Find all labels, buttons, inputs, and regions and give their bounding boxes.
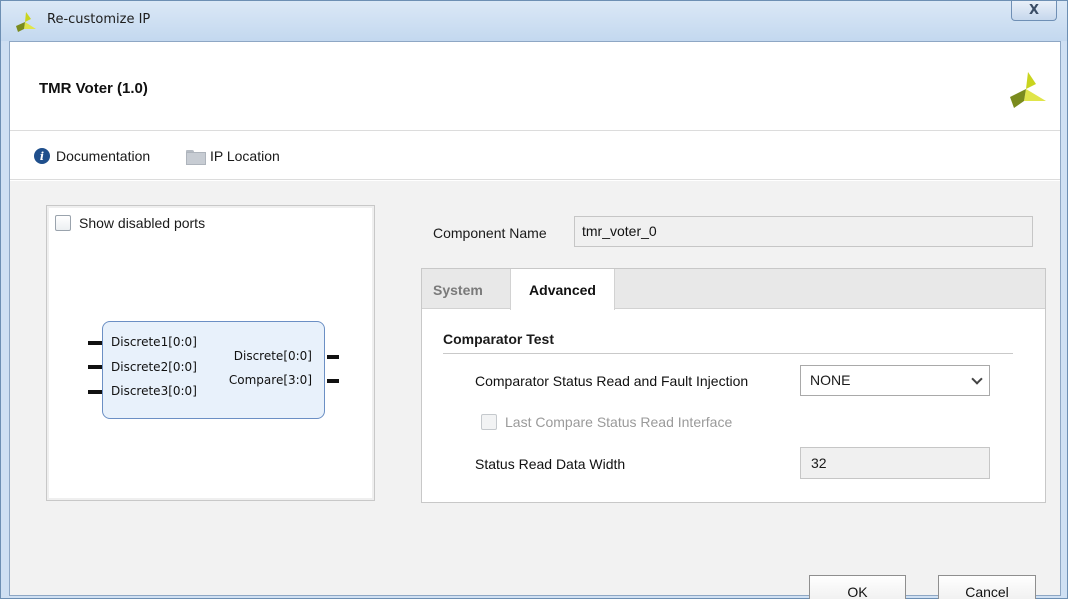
tab-advanced[interactable]: Advanced <box>510 269 615 310</box>
title-bar[interactable]: Re-customize IP X <box>1 1 1067 41</box>
dialog-window: Re-customize IP X TMR Voter (1.0) i Docu… <box>0 0 1068 599</box>
show-disabled-ports-label: Show disabled ports <box>79 215 206 231</box>
input-port: Discrete3[0:0] <box>111 384 197 398</box>
xilinx-logo-icon <box>16 12 36 32</box>
checkbox-box <box>481 414 497 430</box>
window-title: Re-customize IP <box>47 12 151 27</box>
input-pin <box>88 341 102 345</box>
main-area: Show disabled ports Discrete1[0:0] Discr… <box>10 181 1060 599</box>
section-divider <box>443 353 1013 354</box>
component-name-label: Component Name <box>433 225 547 241</box>
data-width-field: 32 <box>800 447 990 479</box>
ip-location-link[interactable]: IP Location <box>186 148 280 165</box>
folder-icon <box>186 149 206 165</box>
ip-title: TMR Voter (1.0) <box>39 80 148 97</box>
output-pin <box>327 355 339 359</box>
input-pin <box>88 390 102 394</box>
last-compare-checkbox: Last Compare Status Read Interface <box>481 414 732 430</box>
config-tab-panel: System Advanced Comparator Test Comparat… <box>421 268 1046 503</box>
tab-bar: System Advanced <box>422 269 1045 310</box>
status-read-select[interactable]: NONE <box>800 365 990 396</box>
data-width-label: Status Read Data Width <box>475 456 626 472</box>
output-pin <box>327 379 339 383</box>
dialog-body: TMR Voter (1.0) i Documentation IP Locat… <box>9 41 1061 599</box>
chevron-down-icon <box>971 373 983 385</box>
documentation-link[interactable]: i Documentation <box>34 148 150 164</box>
ip-header: TMR Voter (1.0) <box>10 42 1060 131</box>
ip-symbol-preview: Show disabled ports Discrete1[0:0] Discr… <box>46 205 375 501</box>
toolbar: i Documentation IP Location <box>10 132 1060 180</box>
status-read-value: NONE <box>810 372 851 388</box>
input-port: Discrete2[0:0] <box>111 360 197 374</box>
input-port: Discrete1[0:0] <box>111 335 197 349</box>
component-name-input[interactable]: tmr_voter_0 <box>574 216 1033 247</box>
ok-button[interactable]: OK <box>809 575 906 599</box>
status-read-label: Comparator Status Read and Fault Injecti… <box>475 373 749 389</box>
ip-block-symbol[interactable]: Discrete1[0:0] Discrete2[0:0] Discrete3[… <box>88 321 339 419</box>
input-pin <box>88 365 102 369</box>
checkbox-box[interactable] <box>55 215 71 231</box>
xilinx-logo-icon <box>1010 72 1046 108</box>
documentation-label: Documentation <box>56 148 151 164</box>
last-compare-label: Last Compare Status Read Interface <box>505 414 733 430</box>
section-title: Comparator Test <box>443 331 554 347</box>
output-port: Discrete[0:0] <box>233 349 312 363</box>
cancel-button[interactable]: Cancel <box>938 575 1036 599</box>
close-button[interactable]: X <box>1011 1 1057 21</box>
show-disabled-ports-checkbox[interactable]: Show disabled ports <box>55 215 205 231</box>
info-icon: i <box>34 148 50 164</box>
output-port: Compare[3:0] <box>228 373 312 387</box>
tab-system[interactable]: System <box>433 269 483 310</box>
ip-location-label: IP Location <box>210 148 280 164</box>
